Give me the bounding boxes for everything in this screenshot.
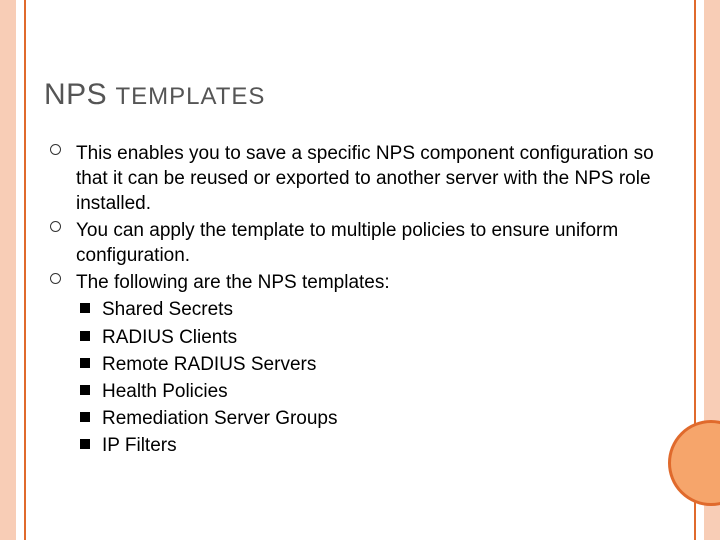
bullet-square-icon	[80, 385, 90, 395]
sub-item: Remote RADIUS Servers	[80, 352, 676, 377]
bullet-square-icon	[80, 331, 90, 341]
bullet-open-circle-icon	[50, 144, 61, 155]
decor-band-left	[0, 0, 16, 540]
sub-text: RADIUS Clients	[102, 327, 237, 348]
sub-item: Health Policies	[80, 379, 676, 404]
sub-text: Shared Secrets	[102, 299, 233, 320]
bullet-list: This enables you to save a specific NPS …	[50, 141, 676, 458]
bullet-square-icon	[80, 358, 90, 368]
sub-item: RADIUS Clients	[80, 325, 676, 350]
sub-list: Shared Secrets RADIUS Clients Remote RAD…	[80, 297, 676, 457]
sub-text: Remote RADIUS Servers	[102, 354, 316, 375]
bullet-square-icon	[80, 439, 90, 449]
slide: NPS TEMPLATES This enables you to save a…	[0, 0, 720, 540]
title-rest: TEMPLATES	[115, 83, 265, 110]
bullet-item: You can apply the template to multiple p…	[50, 218, 676, 268]
sub-item: Remediation Server Groups	[80, 406, 676, 431]
content-area: NPS TEMPLATES This enables you to save a…	[44, 78, 676, 460]
bullet-open-circle-icon	[50, 221, 61, 232]
bullet-square-icon	[80, 412, 90, 422]
sub-item: IP Filters	[80, 433, 676, 458]
bullet-open-circle-icon	[50, 273, 61, 284]
bullet-square-icon	[80, 303, 90, 313]
sub-item: Shared Secrets	[80, 297, 676, 322]
bullet-text: You can apply the template to multiple p…	[76, 220, 618, 266]
decor-line-left	[24, 0, 26, 540]
bullet-text: This enables you to save a specific NPS …	[76, 143, 654, 214]
slide-title: NPS TEMPLATES	[44, 78, 676, 111]
title-word-1: NPS	[44, 78, 107, 111]
bullet-text: The following are the NPS templates:	[76, 272, 390, 293]
sub-text: IP Filters	[102, 435, 177, 456]
sub-text: Health Policies	[102, 381, 228, 402]
sub-text: Remediation Server Groups	[102, 408, 338, 429]
bullet-item: The following are the NPS templates: Sha…	[50, 270, 676, 458]
bullet-item: This enables you to save a specific NPS …	[50, 141, 676, 216]
